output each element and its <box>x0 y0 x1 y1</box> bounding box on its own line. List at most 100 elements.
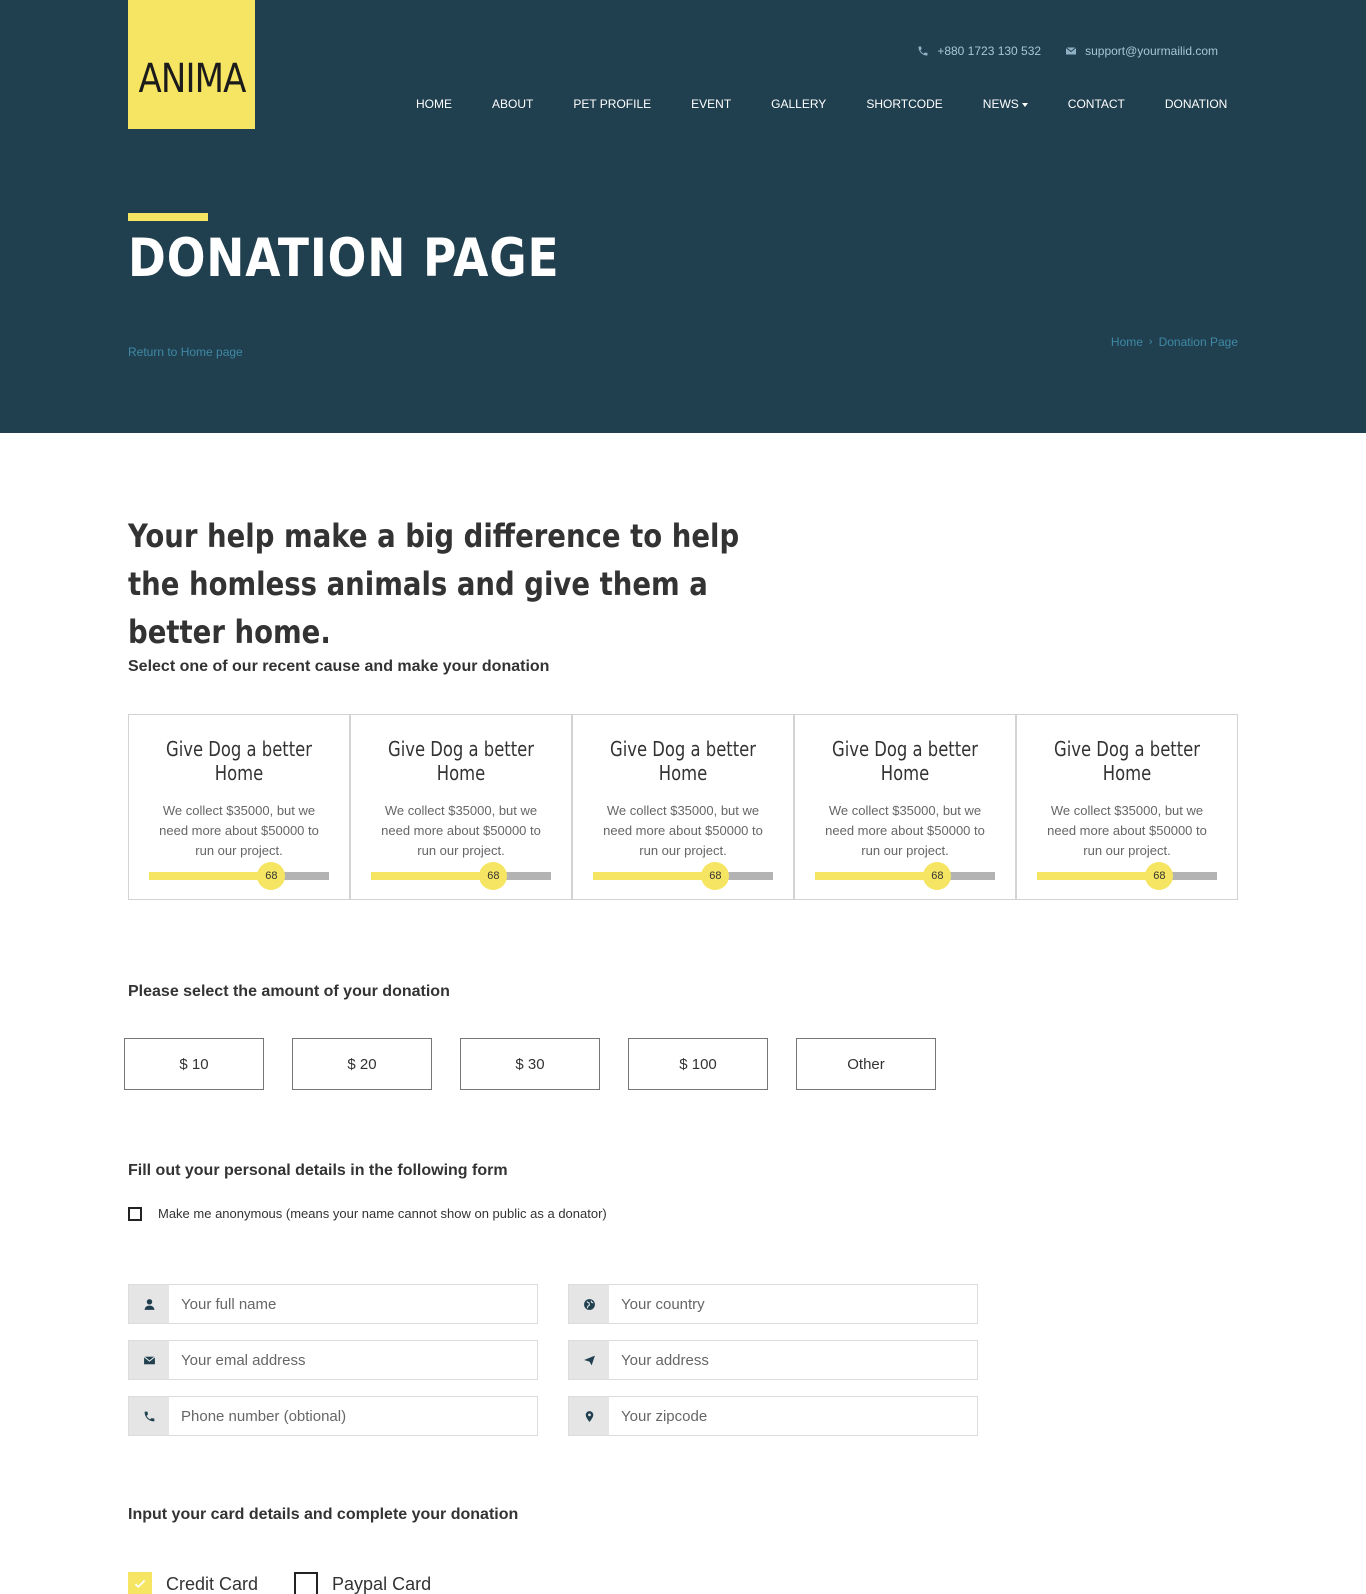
nav-about[interactable]: ABOUT <box>492 97 533 111</box>
chevron-down-icon <box>1021 102 1028 107</box>
amount-option[interactable]: $ 30 <box>460 1038 600 1090</box>
contact-bar: +880 1723 130 532 support@yourmailid.com <box>917 44 1218 58</box>
cause-card[interactable]: Give Dog a better Home We collect $35000,… <box>128 714 350 900</box>
user-icon <box>129 1285 169 1323</box>
payment-label: Paypal Card <box>332 1573 432 1594</box>
progress-bar: 68 <box>815 862 995 890</box>
causes-list: Give Dog a better Home We collect $35000,… <box>128 714 1238 900</box>
nav-home[interactable]: HOME <box>416 97 452 111</box>
phone-field <box>128 1396 538 1436</box>
email-address[interactable]: support@yourmailid.com <box>1085 44 1218 58</box>
payment-methods: Credit Card Paypal Card <box>128 1572 467 1594</box>
progress-fill <box>593 872 716 880</box>
headline: Your help make a big difference to help … <box>128 517 740 651</box>
breadcrumb-current: Donation Page <box>1158 335 1238 349</box>
check-icon <box>134 1579 146 1589</box>
amount-option[interactable]: $ 100 <box>628 1038 768 1090</box>
progress-bar: 68 <box>593 862 773 890</box>
card-section-label: Input your card details and complete you… <box>128 1506 519 1523</box>
contact-phone: +880 1723 130 532 <box>917 44 1041 58</box>
phone-input[interactable] <box>169 1397 537 1435</box>
map-marker-icon <box>569 1397 609 1435</box>
amount-options: $ 10 $ 20 $ 30 $ 100 Other <box>124 1038 964 1090</box>
main-nav: HOME ABOUT PET PROFILE EVENT GALLERY SHO… <box>416 97 1227 111</box>
cause-description: We collect $35000, but we need more abou… <box>381 803 541 858</box>
cause-card[interactable]: Give Dog a better Home We collect $35000,… <box>350 714 572 900</box>
full-name-field <box>128 1284 538 1324</box>
cause-description: We collect $35000, but we need more abou… <box>159 803 319 858</box>
page-title: DONATION PAGE <box>128 228 560 289</box>
progress-value: 68 <box>701 862 730 890</box>
envelope-icon <box>129 1341 169 1379</box>
progress-value: 68 <box>923 862 952 890</box>
amount-option-other[interactable]: Other <box>796 1038 936 1090</box>
nav-donation[interactable]: DONATION <box>1165 97 1227 111</box>
progress-value: 68 <box>257 862 286 890</box>
email-field <box>128 1340 538 1380</box>
progress-bar: 68 <box>1037 862 1217 890</box>
checkbox-checked[interactable] <box>128 1572 152 1594</box>
amount-section-label: Please select the amount of your donatio… <box>128 983 450 1000</box>
nav-news[interactable]: NEWS <box>983 97 1028 111</box>
progress-value: 68 <box>1145 862 1174 890</box>
cause-card[interactable]: Give Dog a better Home We collect $35000,… <box>1016 714 1238 900</box>
nav-shortcode[interactable]: SHORTCODE <box>866 97 942 111</box>
cause-title: Give Dog a better Home <box>1053 737 1201 785</box>
payment-credit-card[interactable]: Credit Card <box>128 1572 258 1594</box>
payment-paypal-card[interactable]: Paypal Card <box>294 1572 431 1594</box>
progress-fill <box>371 872 494 880</box>
checkbox-unchecked[interactable] <box>294 1572 319 1594</box>
progress-fill <box>149 872 272 880</box>
progress-fill <box>1037 872 1160 880</box>
email-input[interactable] <box>169 1341 537 1379</box>
brand-logo[interactable]: ANIMA <box>128 0 255 129</box>
cause-title: Give Dog a better Home <box>165 737 313 785</box>
contact-email: support@yourmailid.com <box>1065 44 1218 58</box>
envelope-icon <box>1065 47 1077 55</box>
phone-number: +880 1723 130 532 <box>937 44 1042 58</box>
nav-gallery[interactable]: GALLERY <box>771 97 826 111</box>
cause-card[interactable]: Give Dog a better Home We collect $35000,… <box>794 714 1016 900</box>
zipcode-input[interactable] <box>609 1397 977 1435</box>
chevron-right-icon: › <box>1148 336 1153 348</box>
cause-title: Give Dog a better Home <box>387 737 535 785</box>
return-home-link[interactable]: Return to Home page <box>128 345 243 359</box>
amount-option[interactable]: $ 10 <box>124 1038 264 1090</box>
paper-plane-icon <box>569 1341 609 1379</box>
cause-description: We collect $35000, but we need more abou… <box>603 803 763 858</box>
breadcrumb-home[interactable]: Home <box>1111 335 1143 349</box>
country-input[interactable] <box>609 1285 977 1323</box>
progress-fill <box>815 872 938 880</box>
cause-description: We collect $35000, but we need more abou… <box>1047 803 1207 858</box>
cause-card[interactable]: Give Dog a better Home We collect $35000,… <box>572 714 794 900</box>
globe-icon <box>569 1285 609 1323</box>
progress-bar: 68 <box>149 862 329 890</box>
title-accent-bar <box>128 213 208 221</box>
phone-icon <box>129 1397 169 1435</box>
payment-label: Credit Card <box>166 1573 259 1594</box>
country-field <box>568 1284 978 1324</box>
breadcrumb: Home › Donation Page <box>1111 335 1238 349</box>
anonymous-label: Make me anonymous (means your name canno… <box>158 1206 607 1221</box>
nav-contact[interactable]: CONTACT <box>1068 97 1125 111</box>
cause-description: We collect $35000, but we need more abou… <box>825 803 985 858</box>
nav-event[interactable]: EVENT <box>691 97 731 111</box>
logo-text: ANIMA <box>137 55 246 102</box>
full-name-input[interactable] <box>169 1285 537 1323</box>
hero-header: ANIMA +880 1723 130 532 support@yourmail… <box>0 0 1366 433</box>
nav-pet-profile[interactable]: PET PROFILE <box>573 97 651 111</box>
zipcode-field <box>568 1396 978 1436</box>
cause-title: Give Dog a better Home <box>609 737 757 785</box>
address-field <box>568 1340 978 1380</box>
phone-icon <box>918 46 928 56</box>
nav-news-label: NEWS <box>982 97 1019 111</box>
amount-option[interactable]: $ 20 <box>292 1038 432 1090</box>
progress-bar: 68 <box>371 862 551 890</box>
causes-section-label: Select one of our recent cause and make … <box>128 658 550 675</box>
progress-value: 68 <box>479 862 508 890</box>
address-input[interactable] <box>609 1341 977 1379</box>
cause-title: Give Dog a better Home <box>831 737 979 785</box>
anonymous-checkbox[interactable] <box>128 1206 142 1221</box>
anonymous-option[interactable]: Make me anonymous (means your name canno… <box>128 1206 607 1221</box>
personal-section-label: Fill out your personal details in the fo… <box>128 1162 508 1179</box>
